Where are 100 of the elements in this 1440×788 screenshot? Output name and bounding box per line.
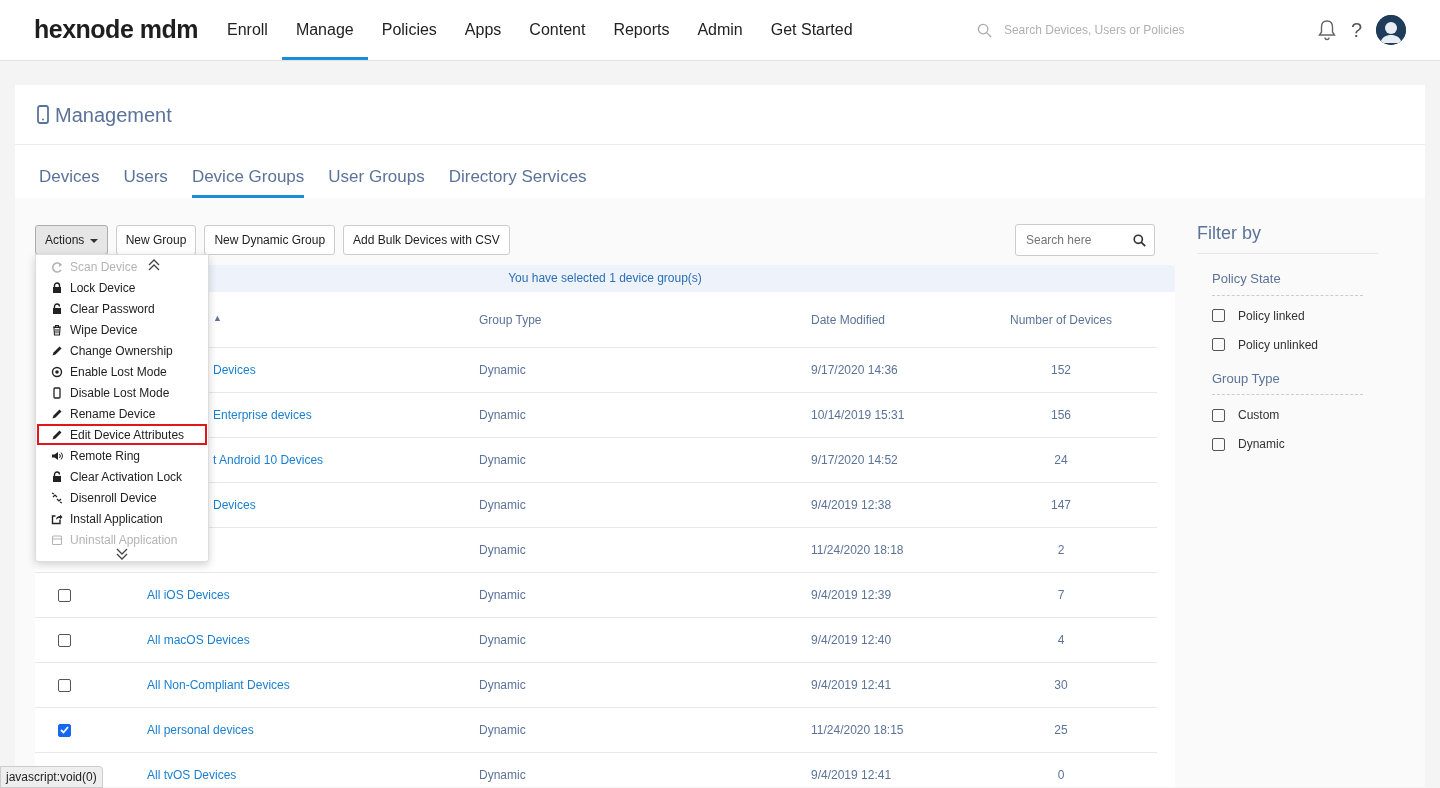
menu-item[interactable]: Edit Device Attributes — [37, 424, 207, 445]
filter-option[interactable]: Policy linked — [1238, 306, 1305, 325]
checkbox[interactable] — [1212, 408, 1225, 422]
pencil-icon — [51, 407, 63, 420]
nav-link[interactable]: Reports — [599, 0, 684, 60]
phone-icon — [37, 105, 49, 124]
unlock-icon — [51, 470, 63, 483]
box-icon — [51, 533, 63, 546]
checkbox[interactable] — [58, 723, 71, 737]
group-link[interactable]: All Non-Compliant Devices — [147, 676, 479, 694]
filter-option[interactable]: Custom — [1238, 406, 1280, 424]
nav-link[interactable]: Get Started — [756, 0, 867, 60]
table-cell-text: Dynamic — [479, 362, 527, 379]
nav-link[interactable]: Policies — [367, 0, 451, 60]
table-cell-text: 147 — [1050, 497, 1072, 514]
phone-icon — [51, 386, 63, 399]
table-cell-text: 9/17/2020 14:36 — [811, 362, 899, 379]
share-icon — [51, 512, 63, 525]
menu-item[interactable]: Clear Activation Lock — [37, 466, 207, 487]
table-cell-text: Dynamic — [479, 767, 527, 784]
filter-title: Filter by — [1197, 220, 1378, 254]
checkbox[interactable] — [1212, 309, 1225, 322]
table-cell-text: 10/14/2019 15:31 — [811, 407, 906, 424]
search-box[interactable]: Search here — [1015, 224, 1155, 256]
table-cell-text: Dynamic — [479, 542, 527, 559]
menu-item[interactable]: Enable Lost Mode — [37, 361, 207, 382]
toolbar-button[interactable]: New Dynamic Group — [204, 225, 336, 255]
table-cell-text: 7 — [1056, 587, 1066, 604]
table-cell-text: 152 — [1050, 362, 1072, 379]
nav-link[interactable]: Manage — [281, 0, 368, 60]
table-cell-text: 24 — [1053, 452, 1069, 469]
nav-link[interactable]: Content — [515, 0, 600, 60]
filter-option[interactable]: Policy unlinked — [1238, 335, 1319, 354]
table-cell-text: 9/4/2019 12:41 — [811, 767, 893, 784]
refresh-icon — [51, 260, 63, 273]
table-cell-text: Dynamic — [479, 407, 527, 424]
help-button[interactable]: ? — [1350, 15, 1362, 45]
tab[interactable]: Devices — [39, 163, 100, 198]
search-icon — [1133, 233, 1146, 247]
caret-icon — [89, 238, 98, 243]
page-title: Management — [55, 102, 172, 128]
scroll-up-icon[interactable] — [148, 258, 160, 272]
table-cell-text: Dynamic — [479, 677, 527, 694]
group-link[interactable]: All macOS Devices — [147, 631, 479, 649]
table-cell-text: 9/4/2019 12:38 — [811, 497, 893, 514]
checkbox[interactable] — [58, 633, 71, 647]
nav-link[interactable]: Apps — [450, 0, 516, 60]
lock-icon — [51, 281, 63, 294]
menu-item[interactable]: Clear Password — [37, 298, 207, 319]
column-header[interactable]: Number of Devices — [961, 310, 1161, 329]
menu-item[interactable]: Disable Lost Mode — [37, 382, 207, 403]
menu-item[interactable]: Disenroll Device — [37, 487, 207, 508]
column-header[interactable]: Group Type — [479, 310, 811, 329]
table-cell-text: Dynamic — [479, 632, 527, 649]
checkbox[interactable] — [58, 678, 71, 692]
nav-link[interactable]: Admin — [683, 0, 757, 60]
table-cell-text: 9/4/2019 12:39 — [811, 587, 893, 604]
pencil-icon — [51, 344, 63, 357]
menu-item[interactable]: Install Application — [37, 508, 207, 529]
table-cell-text: 9/17/2020 14:52 — [811, 452, 899, 469]
tab[interactable]: Users — [123, 163, 168, 198]
filter-heading: Group Type — [1212, 368, 1363, 395]
bell-icon[interactable] — [1316, 19, 1337, 41]
checkbox[interactable] — [1212, 437, 1225, 451]
table-cell-text: 0 — [1056, 767, 1066, 784]
nav-link[interactable]: Enroll — [213, 0, 282, 60]
toolbar-button[interactable]: Add Bulk Devices with CSV — [343, 225, 510, 255]
avatar[interactable] — [1376, 15, 1406, 45]
tab[interactable]: User Groups — [328, 163, 425, 198]
toolbar-button[interactable]: New Group — [115, 225, 197, 255]
search-icon — [976, 22, 992, 38]
checkbox[interactable] — [58, 588, 71, 602]
actions-button[interactable]: Actions — [35, 225, 108, 255]
table-cell-text: 25 — [1053, 722, 1069, 739]
search-field[interactable]: Search here — [1024, 230, 1124, 250]
status-bar: javascript:void(0) — [0, 766, 103, 788]
speaker-icon — [51, 449, 63, 462]
table-cell-text: 2 — [1056, 542, 1066, 559]
group-link[interactable]: All iOS Devices — [147, 586, 479, 604]
target-icon — [51, 365, 63, 378]
menu-item[interactable]: Rename Device — [37, 403, 207, 424]
trash-icon — [51, 323, 63, 336]
table-cell-text: 4 — [1056, 632, 1066, 649]
broken-link-icon — [51, 491, 63, 504]
table-cell-text: Dynamic — [479, 452, 527, 469]
tab[interactable]: Directory Services — [448, 163, 587, 198]
menu-item[interactable]: Change Ownership — [37, 340, 207, 361]
group-link[interactable]: All tvOS Devices — [147, 766, 479, 784]
unlock-icon — [51, 302, 63, 315]
menu-item[interactable]: Remote Ring — [37, 445, 207, 466]
checkbox[interactable] — [1212, 338, 1225, 351]
filter-option[interactable]: Dynamic — [1238, 435, 1285, 453]
table-cell-text: 156 — [1050, 407, 1072, 424]
column-header[interactable]: Date Modified — [811, 310, 961, 329]
scroll-down-icon[interactable] — [116, 547, 128, 561]
pencil-icon — [51, 428, 63, 441]
group-link[interactable]: All personal devices — [147, 721, 479, 739]
menu-item[interactable]: Wipe Device — [37, 319, 207, 340]
table-cell-text: 9/4/2019 12:41 — [811, 677, 893, 694]
logo[interactable]: hexnode mdm — [34, 11, 198, 49]
